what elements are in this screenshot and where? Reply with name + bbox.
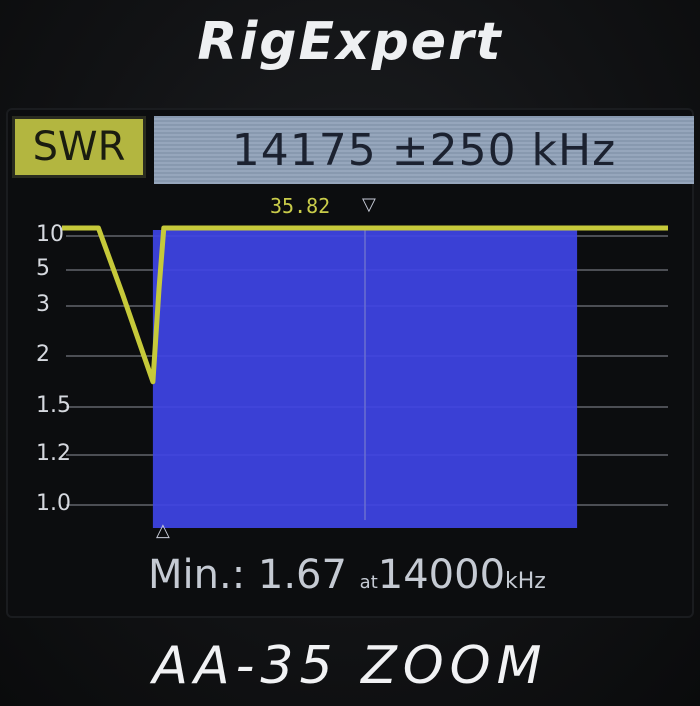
min-unit: kHz [505, 569, 546, 594]
y-tick-label: 3 [36, 292, 50, 317]
y-tick-label: 1.2 [36, 441, 71, 466]
y-tick-label: 1.5 [36, 393, 71, 418]
y-tick-label: 1.0 [36, 491, 71, 516]
marker-bottom-triangle-icon: △ [156, 520, 170, 541]
min-swr-readout: Min.: 1.67 at14000kHz [148, 552, 546, 598]
y-tick-label: 5 [36, 256, 50, 281]
swr-chart [62, 225, 668, 528]
y-tick-label: 10 [36, 222, 64, 247]
model-label: AA-35 ZOOM [152, 636, 548, 696]
min-prefix: Min.: [148, 552, 246, 598]
min-value: 1.67 [257, 552, 347, 598]
min-at: at [359, 572, 378, 593]
y-tick-label: 2 [36, 342, 50, 367]
min-freq: 14000 [377, 552, 506, 598]
